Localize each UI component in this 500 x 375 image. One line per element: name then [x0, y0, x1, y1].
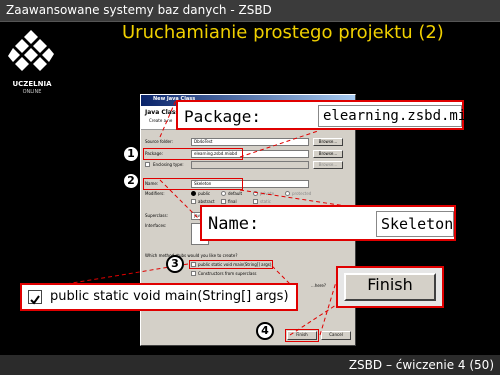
package-callout-label: Package:: [184, 107, 262, 126]
step-2-marker: 2: [122, 172, 140, 190]
name-callout-value: Skeleton: [381, 215, 454, 233]
name-callout-field: Skeleton: [376, 211, 454, 237]
checkmark-icon: [30, 295, 40, 305]
finish-callout-button: Finish: [344, 273, 436, 301]
step-4-marker: 4: [256, 322, 274, 340]
callout-connectors: [59, 99, 373, 336]
name-callout: Name: Skeleton: [200, 205, 456, 241]
name-callout-label: Name:: [208, 214, 260, 234]
main-stub-callout: public static void main(String[] args): [20, 283, 298, 311]
main-stub-callout-checkbox: [28, 290, 42, 305]
finish-callout: Finish: [336, 266, 444, 308]
package-callout-field: elearning.zsbd.miobd: [318, 105, 492, 127]
step-3-marker: 3: [166, 255, 184, 273]
package-callout-value: elearning.zsbd.miobd: [323, 108, 492, 124]
footer-bar: ZSBD – ćwiczenie 4 (50): [0, 355, 500, 375]
step-1-marker: 1: [122, 145, 140, 163]
footer-page: ZSBD – ćwiczenie 4 (50): [348, 358, 494, 372]
main-stub-callout-label: public static void main(String[] args): [50, 289, 289, 304]
package-callout: Package: elearning.zsbd.miobd: [176, 100, 492, 130]
